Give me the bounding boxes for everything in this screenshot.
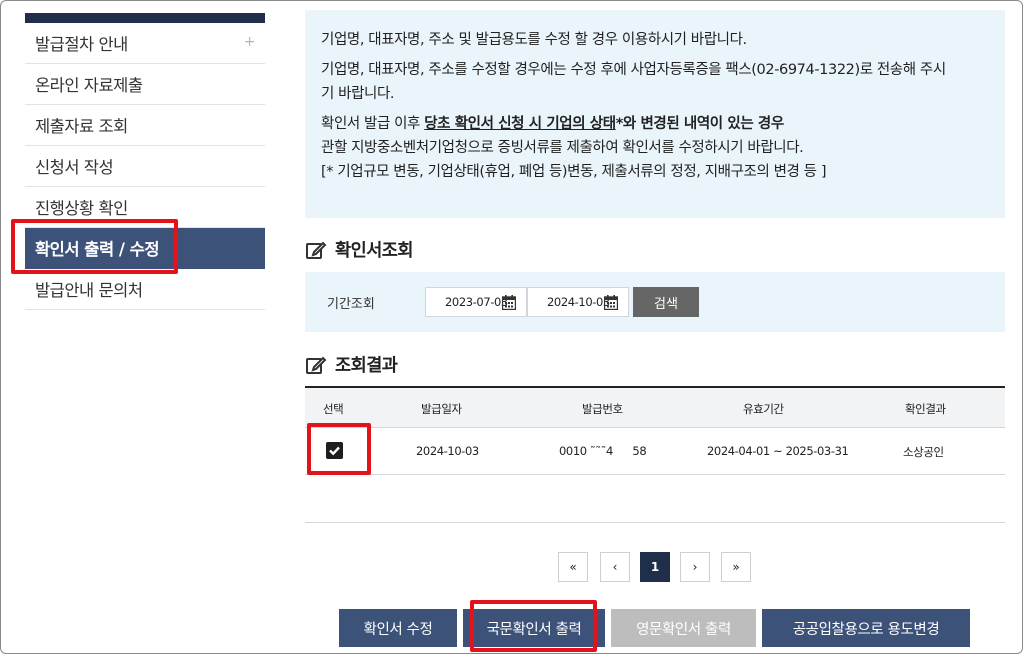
- change-to-public-bid-button[interactable]: 공공입찰용으로 용도변경: [762, 609, 970, 647]
- row-issue-date: 2024-10-03: [416, 444, 479, 458]
- sidebar-top-bar: [25, 13, 265, 23]
- page-current-button[interactable]: 1: [640, 552, 670, 582]
- section-title-results: 조회결과: [305, 352, 398, 377]
- row-issue-number: 0010 ˜˜˜4 58: [559, 444, 647, 458]
- sidebar: 발급절차 안내 + 온라인 자료제출 제출자료 조회 신청서 작성 진행상황 확…: [25, 13, 265, 310]
- calendar-icon[interactable]: [502, 295, 516, 310]
- sidebar-item-application-write[interactable]: 신청서 작성: [25, 146, 265, 187]
- header-issue-date: 발급일자: [421, 402, 462, 416]
- page-prev-button[interactable]: ‹: [600, 552, 630, 582]
- table-header: 선택 발급일자 발급번호 유효기간 확인결과: [305, 388, 1005, 428]
- notice-line: 관할 지방중소벤처기업청으로 증빙서류를 제출하여 확인서를 수정하시기 바랍니…: [321, 140, 804, 156]
- sidebar-item-label: 제출자료 조회: [35, 117, 128, 136]
- notice-text: 확인서 발급 이후: [321, 116, 425, 132]
- notice-line: [* 기업규모 변동, 기업상태(휴업, 폐업 등)변동, 제출서류의 정정, …: [321, 164, 827, 180]
- row-result: 소상공인: [903, 445, 944, 459]
- header-valid-period: 유효기간: [743, 402, 784, 416]
- sidebar-item-label: 신청서 작성: [35, 158, 114, 177]
- sidebar-item-contact[interactable]: 발급안내 문의처: [25, 269, 265, 310]
- sidebar-item-label: 진행상황 확인: [35, 199, 128, 218]
- end-date-input[interactable]: 2024-10-03: [527, 287, 629, 317]
- notice-text: 기업명, 대표자명, 주소를 수정할 경우에는 수정 후에 사업자등록증을 팩스…: [321, 62, 946, 78]
- header-issue-number: 발급번호: [582, 402, 623, 416]
- notice-text: 기 바랍니다.: [321, 86, 395, 102]
- notice-line: 확인서 발급 이후 당초 확인서 신청 시 기업의 상태*와 변경된 내역이 있…: [321, 112, 989, 136]
- sidebar-item-issue-procedure[interactable]: 발급절차 안내 +: [25, 23, 265, 64]
- start-date-input[interactable]: 2023-07-03: [425, 287, 527, 317]
- row-checkbox[interactable]: [326, 442, 343, 459]
- notice-emphasis: *와 변경된 내역이 있는 경우: [615, 116, 785, 132]
- notice-emphasis: 당초 확인서 신청 시 기업의 상태: [424, 116, 616, 132]
- sidebar-item-label: 발급안내 문의처: [35, 281, 143, 300]
- calendar-icon[interactable]: [604, 295, 618, 310]
- section-title-text: 확인서조회: [335, 241, 414, 261]
- edit-icon: [306, 241, 327, 259]
- header-select: 선택: [323, 402, 344, 416]
- notice-line: 기업명, 대표자명, 주소 및 발급용도를 수정 할 경우 이용하시기 바랍니다…: [321, 32, 747, 48]
- start-date-value: 2023-07-03: [445, 295, 508, 309]
- sidebar-item-label: 온라인 자료제출: [35, 76, 143, 95]
- row-valid-period: 2024-04-01 ~ 2025-03-31: [707, 444, 849, 458]
- search-button[interactable]: 검색: [633, 287, 699, 317]
- sidebar-item-label: 확인서 출력 / 수정: [35, 240, 160, 259]
- table-empty-row: [305, 475, 1005, 523]
- page-next-button[interactable]: ›: [680, 552, 710, 582]
- sidebar-item-online-submit[interactable]: 온라인 자료제출: [25, 64, 265, 105]
- section-title-text: 조회결과: [335, 356, 398, 376]
- header-result: 확인결과: [905, 402, 946, 416]
- section-title-search: 확인서조회: [305, 237, 414, 262]
- sidebar-item-label: 발급절차 안내: [35, 35, 128, 54]
- sidebar-item-certificate-print[interactable]: 확인서 출력 / 수정: [25, 228, 265, 269]
- page-last-button[interactable]: »: [721, 552, 751, 582]
- table-row[interactable]: 2024-10-03 0010 ˜˜˜4 58 2024-04-01 ~ 202…: [305, 428, 1005, 475]
- period-label: 기간조회: [327, 297, 375, 312]
- notice-line: 기업명, 대표자명, 주소를 수정할 경우에는 수정 후에 사업자등록증을 팩스…: [321, 58, 989, 106]
- search-box: 기간조회 2023-07-03 2024-10-03 검색: [305, 272, 1005, 332]
- print-korean-certificate-button[interactable]: 국문확인서 출력: [463, 609, 605, 647]
- end-date-value: 2024-10-03: [547, 295, 610, 309]
- sidebar-item-progress-check[interactable]: 진행상황 확인: [25, 187, 265, 228]
- sidebar-item-submitted-lookup[interactable]: 제출자료 조회: [25, 105, 265, 146]
- print-english-certificate-button[interactable]: 영문확인서 출력: [611, 609, 756, 647]
- edit-icon: [306, 356, 327, 374]
- plus-icon: +: [243, 34, 256, 50]
- modify-certificate-button[interactable]: 확인서 수정: [339, 609, 457, 647]
- notice-box: 기업명, 대표자명, 주소 및 발급용도를 수정 할 경우 이용하시기 바랍니다…: [305, 10, 1005, 218]
- check-icon: [329, 446, 340, 456]
- page-first-button[interactable]: «: [558, 552, 588, 582]
- results-table: 선택 발급일자 발급번호 유효기간 확인결과 2024-10-03 0010 ˜…: [305, 386, 1005, 523]
